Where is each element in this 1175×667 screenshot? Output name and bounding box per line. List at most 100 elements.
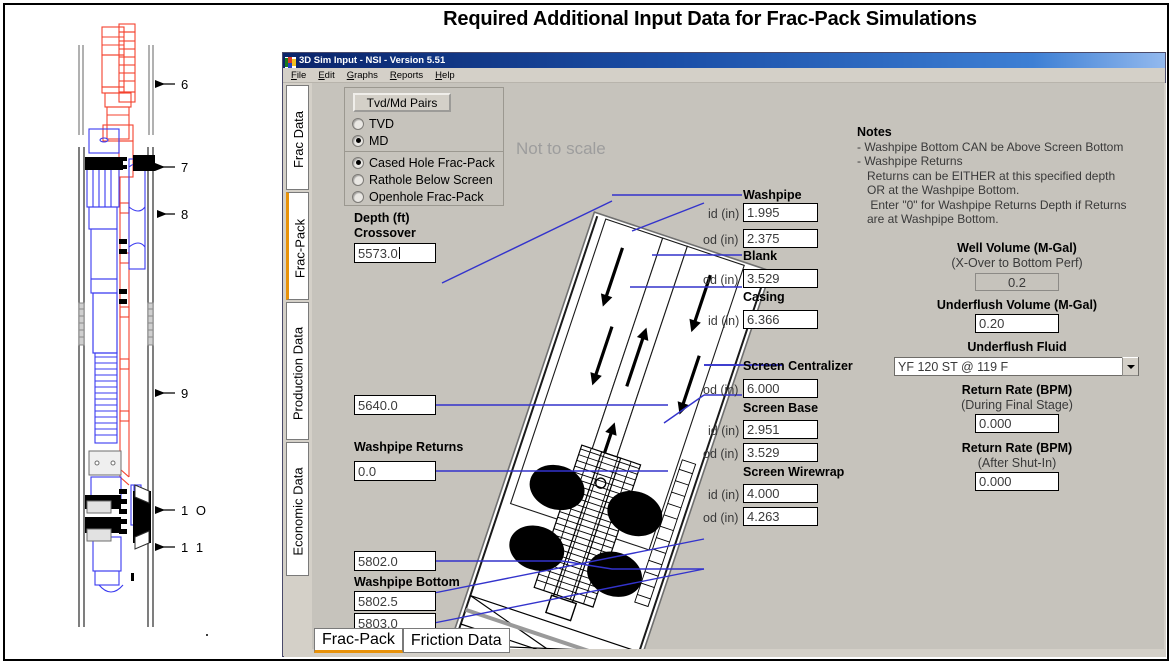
tab-frac-pack-label: Frac-Pack xyxy=(322,630,395,648)
washpipe-od-input[interactable]: 2.375 xyxy=(743,229,818,248)
not-to-scale-note: Not to scale xyxy=(516,139,606,158)
sidebar-item-economic-data[interactable]: Economic Data xyxy=(286,442,309,576)
option-divider xyxy=(345,151,503,152)
frac-pack-panel: Tvd/Md Pairs TVD MD Cased Hole Frac-Pack xyxy=(312,83,1164,649)
underflush-volume-label: Underflush Volume (M-Gal) xyxy=(936,298,1098,312)
wellbore-callout-8: 8 xyxy=(181,207,190,222)
washpipe-id-label: id (in) xyxy=(708,207,740,221)
wellbore-callout-10: 1 O xyxy=(181,503,208,518)
washpipe-id-input[interactable]: 1.995 xyxy=(743,203,818,222)
underflush-volume-input[interactable]: 0.20 xyxy=(975,314,1059,333)
well-volume-sublabel: (X-Over to Bottom Perf) xyxy=(951,256,1083,270)
notes-block: Notes - Washpipe Bottom CAN be Above Scr… xyxy=(857,125,1175,227)
vertical-tab-strip: Frac Data Frac-Pack Production Data Econ… xyxy=(286,85,311,625)
screen-wirewrap-group-label: Screen Wirewrap xyxy=(743,465,845,479)
notes-line-3: Returns can be EITHER at this specified … xyxy=(857,168,1116,183)
screen-base-id-input[interactable]: 2.951 xyxy=(743,420,818,439)
menu-bar: File Edit Graphs Reports Help xyxy=(283,68,1165,83)
washpipe-returns-input[interactable]: 0.0 xyxy=(354,461,436,481)
window-titlebar: 3D Sim Input - NSI - Version 5.51 xyxy=(283,53,1165,68)
return-rate-shutin-label: Return Rate (BPM) xyxy=(961,441,1073,455)
chevron-down-icon[interactable] xyxy=(1122,357,1138,376)
underflush-fluid-select[interactable]: YF 120 ST @ 119 F xyxy=(894,357,1139,376)
radio-rathole-label: Rathole Below Screen xyxy=(369,172,493,187)
return-rate-final-label: Return Rate (BPM) xyxy=(961,383,1073,397)
washpipe-group-label: Washpipe xyxy=(743,188,802,202)
notes-line-2: - Washpipe Returns xyxy=(857,154,963,168)
screen-base-od-input[interactable]: 3.529 xyxy=(743,443,818,462)
washpipe-od-label: od (in) xyxy=(703,233,739,247)
casing-id-input[interactable]: 6.366 xyxy=(743,310,818,329)
depth-header-line2: Crossover xyxy=(354,226,416,240)
casing-group-label: Casing xyxy=(743,290,785,304)
well-volume-readonly: 0.2 xyxy=(975,273,1059,291)
return-rate-final-input[interactable]: 0.000 xyxy=(975,414,1059,433)
washpipe-returns-label: Washpipe Returns xyxy=(354,440,464,454)
screen-centralizer-group-label: Screen Centralizer xyxy=(743,359,853,373)
app-icon xyxy=(285,55,296,68)
radio-rathole-below-screen[interactable]: Rathole Below Screen xyxy=(345,171,503,188)
window-title: 3D Sim Input - NSI - Version 5.51 xyxy=(299,55,446,66)
radio-cased-hole-indicator xyxy=(352,156,364,169)
notes-line-1: - Washpipe Bottom CAN be Above Screen Bo… xyxy=(857,139,1124,154)
washpipe-bottom-input[interactable]: 5802.5 xyxy=(354,591,436,611)
radio-md[interactable]: MD xyxy=(345,132,503,149)
sidebar-item-production-data-label: Production Data xyxy=(290,326,306,421)
tab-friction-data-label: Friction Data xyxy=(410,631,502,649)
screen-base-od-label: od (in) xyxy=(703,447,739,461)
screen-centralizer-od-label: od (in) xyxy=(703,383,739,397)
screen-wirewrap-id-input[interactable]: 4.000 xyxy=(743,484,818,503)
radio-tvd-label: TVD xyxy=(369,116,394,131)
tvd-md-pairs-button[interactable]: Tvd/Md Pairs xyxy=(353,93,451,112)
bottom-tab-strip: Frac-Pack Friction Data xyxy=(314,628,510,655)
page-root: 6 7 8 9 1 O 1 1 Required Additional Inpu… xyxy=(0,0,1175,667)
blank-od-input[interactable]: 3.529 xyxy=(743,269,818,288)
screen-bottom-depth-input[interactable]: 5802.0 xyxy=(354,551,436,571)
page-title: Required Additional Input Data for Frac-… xyxy=(443,8,977,30)
sidebar-item-frac-data-label: Frac Data xyxy=(291,110,306,169)
notes-line-4: OR at the Washpipe Bottom. xyxy=(857,183,1020,197)
radio-cased-hole-frac-pack[interactable]: Cased Hole Frac-Pack xyxy=(345,154,503,171)
notes-heading: Notes xyxy=(857,125,892,139)
menu-reports[interactable]: Reports xyxy=(390,70,423,81)
screen-wirewrap-id-label: id (in) xyxy=(708,488,740,502)
wellbore-drawing: 6 7 8 9 1 O 1 1 xyxy=(7,7,239,657)
app-window: 3D Sim Input - NSI - Version 5.51 File E… xyxy=(282,52,1166,657)
underflush-fluid-label: Underflush Fluid xyxy=(967,340,1067,354)
radio-openhole-label: Openhole Frac-Pack xyxy=(369,189,484,204)
casing-id-label: id (in) xyxy=(708,314,740,328)
screen-centralizer-od-input[interactable]: 6.000 xyxy=(743,379,818,398)
crossover-depth-input[interactable]: 5573.0 xyxy=(354,243,436,263)
sidebar-item-frac-pack[interactable]: Frac-Pack xyxy=(286,192,309,300)
wellbore-callout-7: 7 xyxy=(181,160,190,175)
wellbore-callout-11: 1 1 xyxy=(181,540,205,555)
sidebar-item-economic-data-label: Economic Data xyxy=(290,467,306,556)
radio-md-label: MD xyxy=(369,133,389,148)
menu-file[interactable]: File xyxy=(291,70,306,81)
screen-wirewrap-od-input[interactable]: 4.263 xyxy=(743,507,818,526)
well-volume-label: Well Volume (M-Gal) xyxy=(957,241,1077,255)
underflush-fluid-value: YF 120 ST @ 119 F xyxy=(898,359,1009,374)
wellbore-callout-9: 9 xyxy=(181,386,190,401)
radio-tvd[interactable]: TVD xyxy=(345,115,503,132)
tvd-md-pairs-label: Tvd/Md Pairs xyxy=(366,95,438,110)
radio-openhole-indicator xyxy=(352,190,364,203)
screen-top-depth-input[interactable]: 5640.0 xyxy=(354,395,436,415)
client-area: Frac Data Frac-Pack Production Data Econ… xyxy=(284,83,1166,657)
sidebar-item-frac-data[interactable]: Frac Data xyxy=(286,85,309,190)
sidebar-item-production-data[interactable]: Production Data xyxy=(286,302,309,440)
screen-wirewrap-od-label: od (in) xyxy=(703,511,739,525)
tab-friction-data[interactable]: Friction Data xyxy=(402,628,510,653)
radio-cased-hole-label: Cased Hole Frac-Pack xyxy=(369,155,495,170)
wellbore-callout-6: 6 xyxy=(181,77,190,92)
wellbore-drawing-panel: 6 7 8 9 1 O 1 1 xyxy=(7,7,239,657)
tab-frac-pack[interactable]: Frac-Pack xyxy=(314,628,403,653)
radio-openhole-frac-pack[interactable]: Openhole Frac-Pack xyxy=(345,188,503,205)
completion-options-group: Tvd/Md Pairs TVD MD Cased Hole Frac-Pack xyxy=(344,87,504,206)
menu-help[interactable]: Help xyxy=(435,70,455,81)
menu-edit[interactable]: Edit xyxy=(318,70,334,81)
notes-line-6: are at Washpipe Bottom. xyxy=(857,212,999,226)
return-rate-shutin-input[interactable]: 0.000 xyxy=(975,472,1059,491)
notes-line-5: Enter "0" for Washpipe Returns Depth if … xyxy=(857,197,1127,212)
menu-graphs[interactable]: Graphs xyxy=(347,70,378,81)
